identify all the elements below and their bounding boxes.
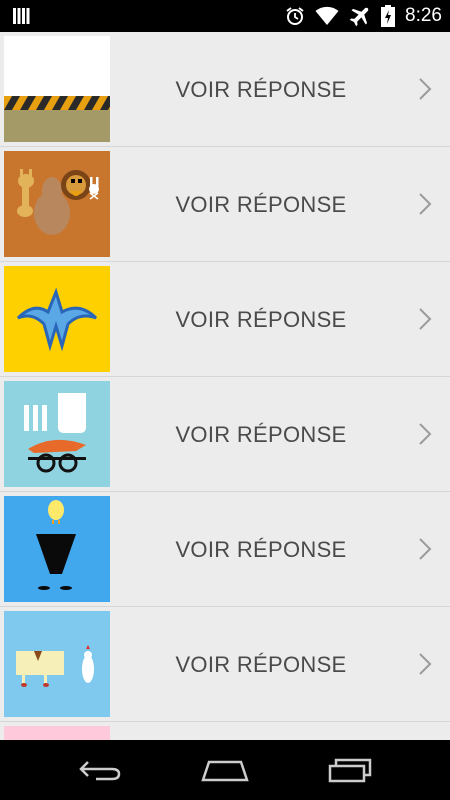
chevron-right-icon — [419, 193, 432, 215]
chevron-right-icon — [419, 78, 432, 100]
superhero-logo-thumbnail — [4, 266, 110, 372]
list-item[interactable]: VOIR RÉPONSE — [0, 607, 450, 722]
list-item[interactable]: VOIR RÉPONSE — [0, 32, 450, 147]
list-item[interactable] — [0, 722, 450, 740]
home-icon — [201, 760, 249, 782]
notification-icon — [12, 7, 30, 25]
list-item[interactable]: VOIR RÉPONSE — [0, 147, 450, 262]
clock-time: 8:26 — [405, 5, 442, 26]
chevron-right-icon — [419, 423, 432, 445]
list-item[interactable]: VOIR RÉPONSE — [0, 492, 450, 607]
chevron-right-icon — [419, 308, 432, 330]
recent-apps-button[interactable] — [320, 752, 380, 788]
airplane-mode-icon — [349, 5, 371, 27]
lamp-chick-thumbnail — [4, 496, 110, 602]
alarm-icon — [285, 6, 305, 26]
voir-reponse-label: VOIR RÉPONSE — [175, 77, 347, 102]
voir-reponse-label: VOIR RÉPONSE — [175, 422, 347, 447]
chevron-right-icon — [419, 538, 432, 560]
voir-reponse-label: VOIR RÉPONSE — [175, 192, 347, 217]
back-icon — [79, 761, 121, 781]
back-button[interactable] — [70, 752, 130, 788]
recent-apps-icon — [328, 758, 372, 783]
voir-reponse-label: VOIR RÉPONSE — [175, 537, 347, 562]
voir-reponse-label — [130, 722, 392, 740]
wifi-icon — [315, 6, 339, 26]
sheet-chicken-thumbnail — [4, 611, 110, 717]
voir-reponse-label: VOIR RÉPONSE — [175, 307, 347, 332]
navigation-bar — [0, 740, 450, 800]
list-item[interactable]: VOIR RÉPONSE — [0, 377, 450, 492]
home-button[interactable] — [195, 752, 255, 788]
answers-list[interactable]: VOIR RÉPONSE VOIR RÉPONSE VOIR RÉPONSE V… — [0, 32, 450, 740]
status-bar: 8:26 — [0, 0, 450, 32]
pink-thumbnail — [4, 726, 110, 740]
scientist-thumbnail — [4, 381, 110, 487]
animals-thumbnail — [4, 151, 110, 257]
chevron-right-icon — [419, 653, 432, 675]
list-item[interactable]: VOIR RÉPONSE — [0, 262, 450, 377]
construction-barrier-thumbnail — [4, 36, 110, 142]
voir-reponse-label: VOIR RÉPONSE — [175, 652, 347, 677]
battery-charging-icon — [381, 5, 396, 27]
